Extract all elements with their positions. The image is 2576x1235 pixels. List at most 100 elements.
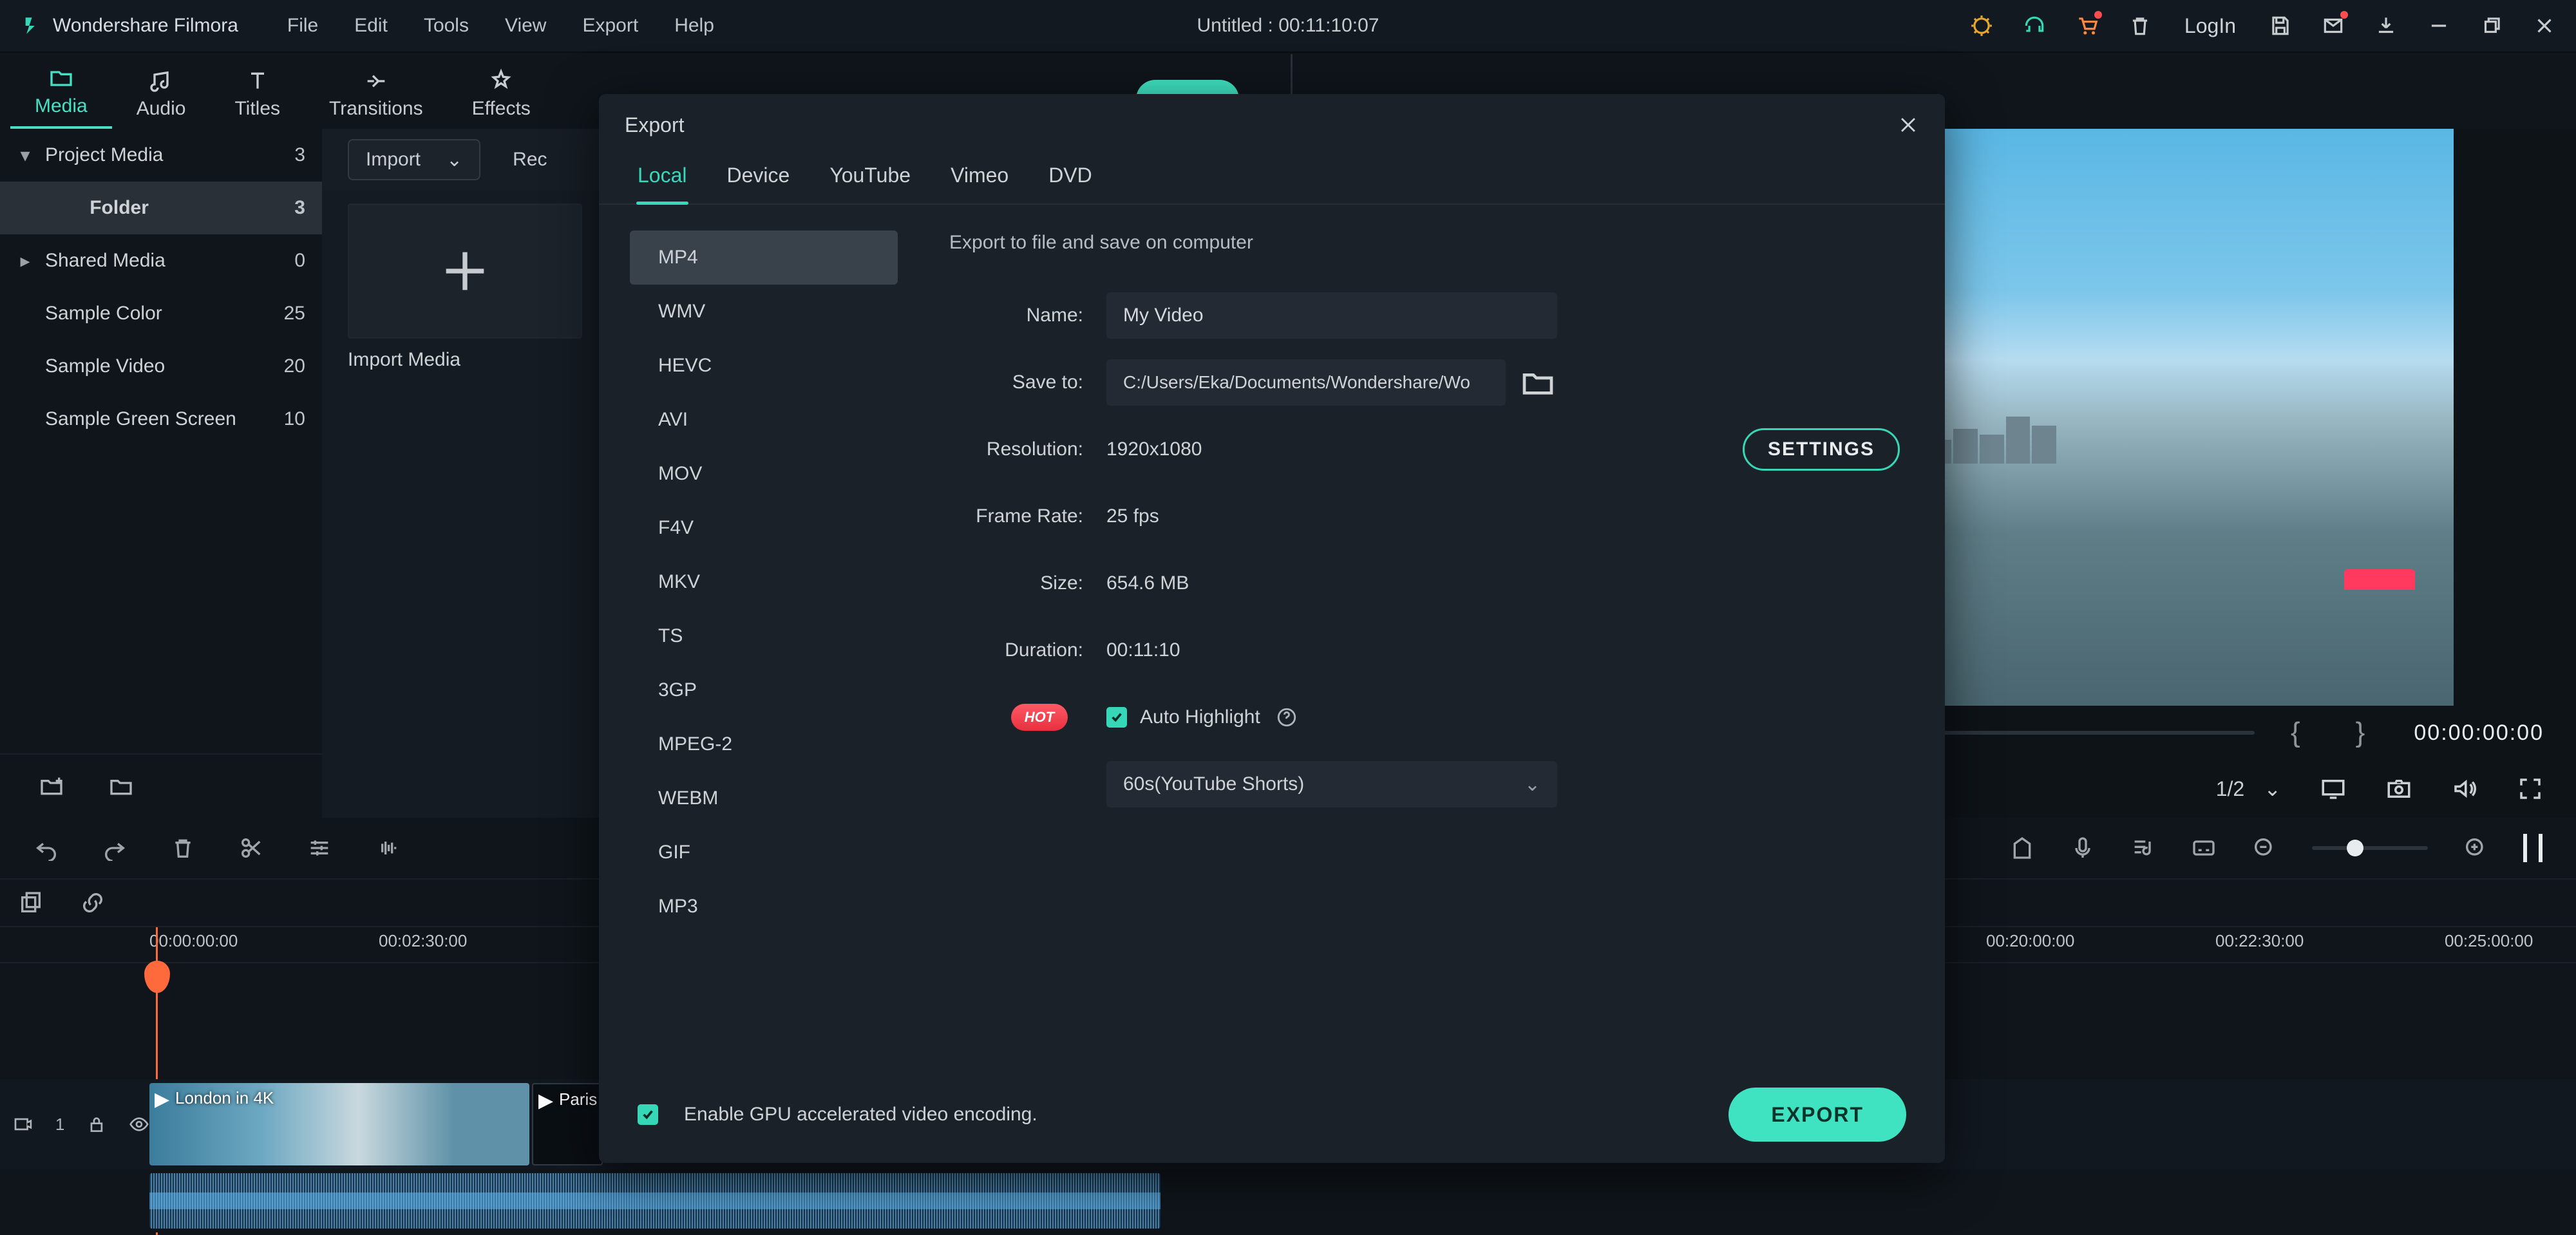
format-mov[interactable]: MOV <box>630 447 898 501</box>
volume-icon[interactable] <box>2451 775 2478 802</box>
library-sample-color[interactable]: Sample Color 25 <box>0 287 322 340</box>
library-project-media[interactable]: ▾ Project Media 3 <box>0 129 322 182</box>
tab-transitions[interactable]: Transitions <box>305 62 448 129</box>
highlight-duration-select[interactable]: 60s(YouTube Shorts) ⌄ <box>1106 761 1557 807</box>
format-3gp[interactable]: 3GP <box>630 663 898 717</box>
format-gif[interactable]: GIF <box>630 825 898 880</box>
redo-icon[interactable] <box>102 835 128 861</box>
new-folder-icon[interactable] <box>39 773 64 799</box>
timeline-audio-clip[interactable] <box>149 1173 1160 1229</box>
link-icon[interactable] <box>80 890 106 916</box>
login-button[interactable]: LogIn <box>2181 14 2240 38</box>
help-icon[interactable] <box>1276 706 1298 728</box>
window-restore-icon[interactable] <box>2479 14 2504 38</box>
tips-icon[interactable] <box>1969 14 1994 38</box>
export-name-input[interactable] <box>1106 292 1557 339</box>
zoom-fit-icon[interactable] <box>2523 834 2543 862</box>
save-icon[interactable] <box>2268 14 2293 38</box>
export-tab-dvd[interactable]: DVD <box>1032 156 1109 203</box>
format-avi[interactable]: AVI <box>630 393 898 447</box>
window-close-icon[interactable] <box>2532 14 2557 38</box>
trash-icon[interactable] <box>170 835 196 861</box>
format-mpeg2[interactable]: MPEG-2 <box>630 717 898 771</box>
audio-wave-icon[interactable] <box>375 835 401 861</box>
export-confirm-button[interactable]: EXPORT <box>1728 1088 1906 1142</box>
folder-icon[interactable] <box>108 773 134 799</box>
tab-audio-label: Audio <box>137 98 186 120</box>
chevron-right-icon: ▸ <box>17 250 33 272</box>
export-format-list: MP4 WMV HEVC AVI MOV F4V MKV TS 3GP MPEG… <box>599 205 908 1066</box>
marker-icon[interactable] <box>2009 835 2035 861</box>
adjust-icon[interactable] <box>307 835 332 861</box>
export-dialog: Export Local Device YouTube Vimeo DVD MP… <box>599 94 1945 1163</box>
auto-highlight-checkbox[interactable] <box>1106 707 1127 728</box>
library-shared-media[interactable]: ▸ Shared Media 0 <box>0 234 322 287</box>
format-mp4[interactable]: MP4 <box>630 231 898 285</box>
preview-pager[interactable]: 1/2 ⌄ <box>2216 777 2281 801</box>
menu-help[interactable]: Help <box>659 8 730 43</box>
zoom-out-icon[interactable] <box>2251 835 2277 861</box>
close-icon[interactable] <box>1897 114 1919 136</box>
delete-icon[interactable] <box>2128 14 2152 38</box>
format-hevc[interactable]: HEVC <box>630 339 898 393</box>
tab-titles-label: Titles <box>234 98 280 120</box>
message-icon[interactable] <box>2321 14 2345 38</box>
import-tile[interactable]: Import Media <box>348 203 582 371</box>
library-sample-green[interactable]: Sample Green Screen 10 <box>0 393 322 446</box>
library-folder[interactable]: Folder 3 <box>0 182 322 234</box>
tab-titles[interactable]: Titles <box>210 62 305 129</box>
format-webm[interactable]: WEBM <box>630 771 898 825</box>
format-wmv[interactable]: WMV <box>630 285 898 339</box>
record-button[interactable]: Rec <box>498 139 561 180</box>
format-mkv[interactable]: MKV <box>630 555 898 609</box>
cart-icon[interactable] <box>2075 14 2099 38</box>
mic-icon[interactable] <box>2070 835 2096 861</box>
export-tab-local[interactable]: Local <box>621 156 704 203</box>
browse-folder-icon[interactable] <box>1520 364 1556 401</box>
import-tile-label: Import Media <box>348 349 582 371</box>
lock-icon[interactable] <box>86 1114 107 1135</box>
duplicate-icon[interactable] <box>18 890 44 916</box>
caption-icon[interactable] <box>2191 835 2217 861</box>
eye-icon[interactable] <box>129 1114 149 1135</box>
document-title: Untitled : 00:11:10:07 <box>1197 15 1379 37</box>
timeline-zoom-slider[interactable] <box>2312 846 2428 850</box>
video-track-icon <box>13 1114 33 1135</box>
undo-icon[interactable] <box>33 835 59 861</box>
music-list-icon[interactable] <box>2130 835 2156 861</box>
tab-media[interactable]: Media <box>10 59 112 129</box>
format-ts[interactable]: TS <box>630 609 898 663</box>
menu-view[interactable]: View <box>489 8 562 43</box>
snapshot-icon[interactable] <box>2385 775 2412 802</box>
zoom-in-icon[interactable] <box>2463 835 2488 861</box>
fullscreen-icon[interactable] <box>2517 775 2544 802</box>
mark-out-icon[interactable]: } <box>2336 717 2385 749</box>
import-dropdown[interactable]: Import ⌄ <box>348 139 480 180</box>
label-framerate: Frame Rate: <box>945 505 1106 527</box>
audio-track-linked[interactable] <box>0 1169 2576 1232</box>
filmora-logo-icon <box>22 15 44 37</box>
tab-audio[interactable]: Audio <box>112 62 211 129</box>
menu-tools[interactable]: Tools <box>408 8 484 43</box>
menu-export[interactable]: Export <box>567 8 654 43</box>
library-sample-video[interactable]: Sample Video 20 <box>0 340 322 393</box>
split-icon[interactable] <box>238 835 264 861</box>
menu-edit[interactable]: Edit <box>339 8 403 43</box>
format-f4v[interactable]: F4V <box>630 501 898 555</box>
mark-in-icon[interactable]: { <box>2271 717 2320 749</box>
menu-file[interactable]: File <box>272 8 334 43</box>
export-path: C:/Users/Eka/Documents/Wondershare/Wo <box>1106 359 1506 406</box>
timeline-clip-paris[interactable]: ▶ Paris <box>532 1083 603 1165</box>
timeline-clip-london[interactable]: ▶ London in 4K <box>149 1083 529 1165</box>
export-tab-youtube[interactable]: YouTube <box>813 156 927 203</box>
download-icon[interactable] <box>2374 14 2398 38</box>
export-tab-vimeo[interactable]: Vimeo <box>934 156 1025 203</box>
window-minimize-icon[interactable] <box>2427 14 2451 38</box>
export-settings-button[interactable]: SETTINGS <box>1743 428 1900 471</box>
format-mp3[interactable]: MP3 <box>630 880 898 934</box>
tab-effects[interactable]: Effects <box>448 62 555 129</box>
export-tab-device[interactable]: Device <box>710 156 807 203</box>
support-icon[interactable] <box>2022 14 2047 38</box>
display-icon[interactable] <box>2320 775 2347 802</box>
gpu-checkbox[interactable]: Enable GPU accelerated video encoding. <box>638 1104 1037 1126</box>
